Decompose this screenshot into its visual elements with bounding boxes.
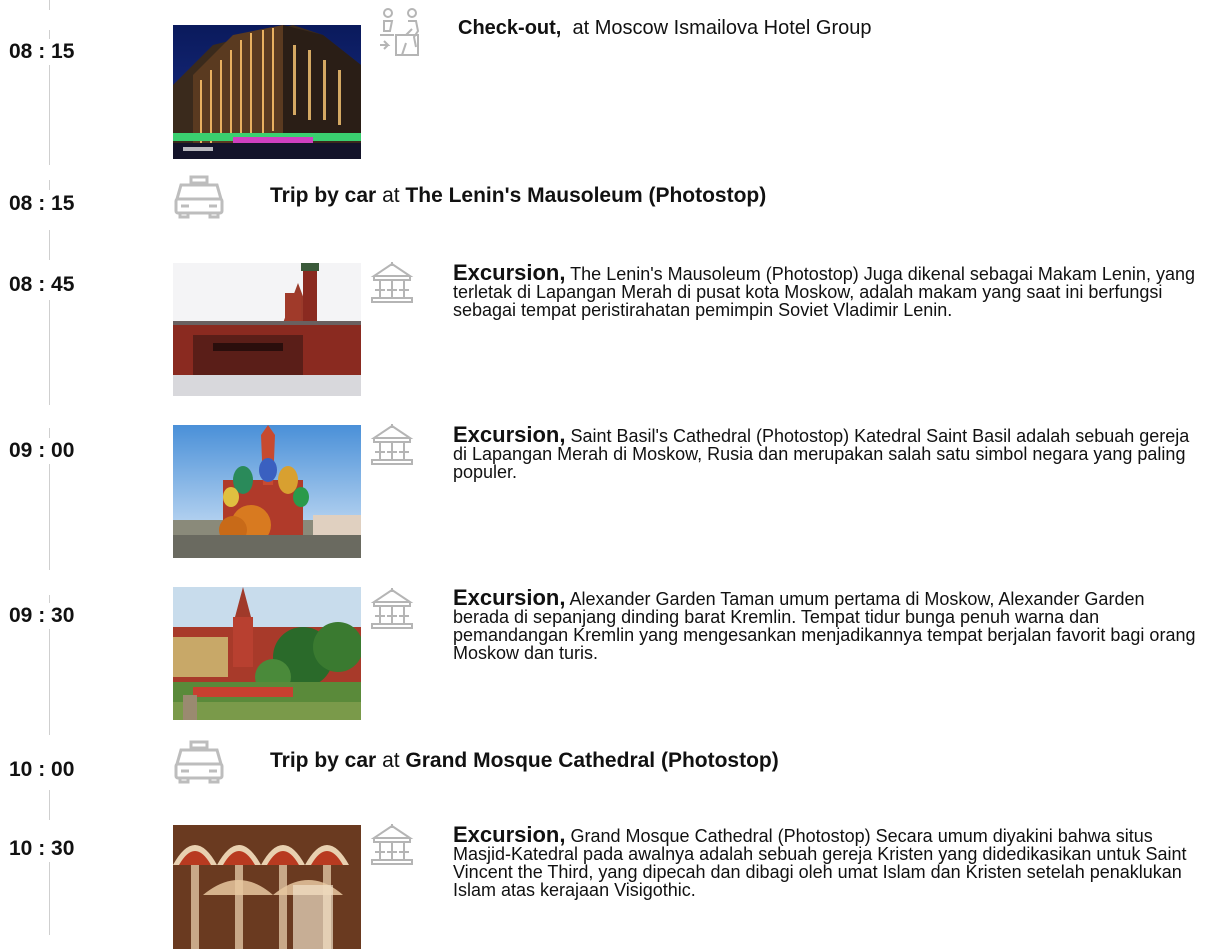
timeline-rail <box>49 0 50 949</box>
cathedral-photo <box>173 425 361 558</box>
time-label: 09 : 30 <box>9 603 75 629</box>
carousel-icon <box>370 424 414 466</box>
carousel-icon <box>370 824 414 866</box>
time-label: 08 : 15 <box>9 191 75 217</box>
taxi-icon <box>173 740 225 784</box>
excursion-text: Alexander Garden Taman umum pertama di M… <box>453 589 1196 663</box>
excursion-text: The Lenin's Mausoleum (Photostop) Juga d… <box>453 264 1195 320</box>
trip-title: Trip by car <box>270 749 377 772</box>
time-label: 08 : 15 <box>9 39 75 65</box>
carousel-icon <box>370 262 414 304</box>
time-label: 08 : 45 <box>9 272 75 298</box>
mosque-photo <box>173 825 361 949</box>
trip-connector: at <box>382 749 400 772</box>
trip-title: Trip by car <box>270 184 377 207</box>
checkout-description: at Moscow Ismailova Hotel Group <box>572 17 872 39</box>
time-label: 10 : 30 <box>9 836 75 862</box>
excursion-description: Excursion, The Lenin's Mausoleum (Photos… <box>453 262 1203 320</box>
time-label: 10 : 00 <box>9 757 75 783</box>
trip-destination: Grand Mosque Cathedral (Photostop) <box>405 749 779 772</box>
time-label: 09 : 00 <box>9 438 75 464</box>
garden-photo <box>173 587 361 720</box>
excursion-description: Excursion, Grand Mosque Cathedral (Photo… <box>453 824 1203 900</box>
mausoleum-photo <box>173 263 361 396</box>
trip-line: Trip by car at Grand Mosque Cathedral (P… <box>270 749 779 773</box>
person-walking-out-icon <box>378 5 424 57</box>
carousel-icon <box>370 588 414 630</box>
trip-line: Trip by car at The Lenin's Mausoleum (Ph… <box>270 184 766 208</box>
excursion-description: Excursion, Saint Basil's Cathedral (Phot… <box>453 424 1203 482</box>
checkout-text: Check-out, at Moscow Ismailova Hotel Gro… <box>458 17 871 40</box>
checkout-title: Check-out, <box>458 17 562 39</box>
taxi-icon <box>173 175 225 219</box>
hotel-photo <box>173 25 361 159</box>
trip-connector: at <box>382 184 400 207</box>
excursion-description: Excursion, Alexander Garden Taman umum p… <box>453 587 1203 663</box>
trip-destination: The Lenin's Mausoleum (Photostop) <box>405 184 767 207</box>
